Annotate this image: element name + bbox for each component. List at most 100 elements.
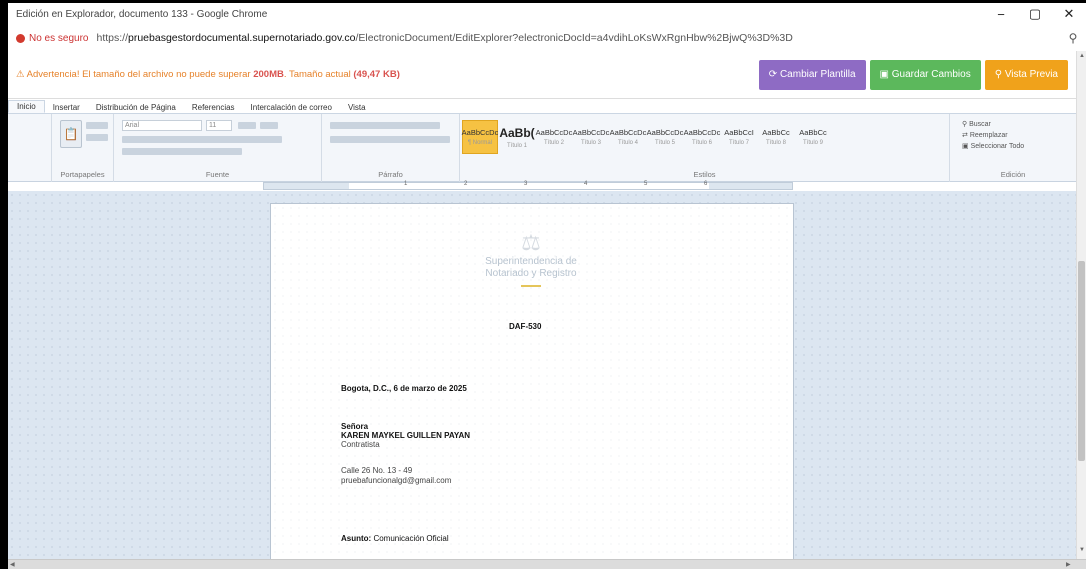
tab-insert[interactable]: Insertar — [45, 102, 88, 113]
find-button[interactable]: ⚲ Buscar — [962, 120, 1024, 131]
style-heading-8[interactable]: AaBbCc Título 8 — [758, 120, 794, 154]
style-label: Título 9 — [802, 140, 823, 146]
subject-label: Asunto: — [341, 534, 372, 543]
style-heading-1[interactable]: AaBb(Título 1 — [499, 120, 535, 154]
document-date[interactable]: Bogota, D.C., 6 de marzo de 2025 — [341, 384, 467, 393]
font-format-buttons[interactable] — [122, 136, 282, 143]
font-label: Fuente — [205, 170, 230, 179]
minimize-button[interactable]: − — [984, 7, 1018, 22]
salutation[interactable]: Señora — [341, 422, 368, 431]
search-icon[interactable]: ⚲ — [1060, 31, 1086, 45]
browser-window: Edición en Explorador, documento 133 - G… — [8, 3, 1086, 569]
save-changes-button[interactable]: ▣ Guardar Cambios — [869, 59, 981, 90]
styles-gallery: AaBbCcDc ¶ Normal AaBb(Título 1 AaBbCcDc T… — [462, 120, 832, 154]
ribbon-group-paragraph: Párrafo — [322, 114, 460, 182]
subject-line[interactable]: Asunto: Comunicación Oficial — [341, 534, 449, 543]
url-text[interactable]: https://pruebasgestordocumental.supernot… — [96, 32, 1060, 44]
document-page[interactable]: ⚖ Superintendencia de Notariado y Regist… — [270, 203, 794, 559]
scroll-up-icon[interactable]: ▲ — [1079, 53, 1085, 59]
tab-mail-merge[interactable]: Intercalación de correo — [243, 102, 340, 113]
ruler-number: 5 — [644, 181, 648, 187]
vertical-scroll-thumb[interactable] — [1078, 261, 1085, 461]
refresh-icon: ⟳ — [768, 69, 780, 80]
style-preview: AaBbCcDc — [572, 128, 610, 137]
style-preview: AaBbCcI — [724, 128, 754, 137]
document-code[interactable]: DAF-530 — [509, 322, 541, 331]
font-size-select[interactable]: 11 — [206, 120, 232, 131]
logo-line-2: Notariado y Registro — [485, 268, 577, 279]
crest-icon: ⚖ — [521, 230, 541, 255]
recipient-role[interactable]: Contratista — [341, 440, 380, 449]
style-heading-9[interactable]: AaBbCc Título 9 — [795, 120, 831, 154]
style-normal[interactable]: AaBbCcDc ¶ Normal — [462, 120, 498, 154]
warning-bar: ⚠ Advertencia! El tamaño del archivo no … — [8, 51, 1086, 99]
title-bar: Edición en Explorador, documento 133 - G… — [8, 3, 1086, 25]
close-button[interactable]: ✕ — [1052, 6, 1086, 22]
style-label: Título 4 — [617, 140, 638, 146]
ruler-number: 6 — [704, 181, 708, 187]
style-label: ¶ Normal — [467, 140, 493, 146]
font-color-buttons[interactable] — [122, 148, 242, 155]
editing-label: Edición — [1000, 170, 1026, 179]
recipient-name[interactable]: KAREN MAYKEL GUILLEN PAYAN — [341, 431, 470, 440]
replace-label: Reemplazar — [969, 132, 1008, 139]
cut-button[interactable] — [86, 122, 108, 129]
style-preview: AaBbCcDc — [683, 128, 721, 137]
style-preview: AaBbCc — [762, 128, 790, 137]
copy-button[interactable] — [86, 134, 108, 141]
style-preview: AaBb( — [499, 125, 535, 140]
grow-font-button[interactable] — [238, 122, 256, 129]
scroll-left-icon[interactable]: ◀ — [10, 561, 15, 568]
style-heading-3[interactable]: AaBbCcDc Título 3 — [572, 120, 610, 154]
security-label[interactable]: No es seguro — [29, 33, 88, 44]
scroll-right-icon[interactable]: ▶ — [1066, 561, 1071, 568]
ruler-number: 2 — [464, 181, 468, 187]
logo-line-1: Superintendencia de — [485, 256, 577, 267]
not-secure-icon[interactable] — [16, 33, 25, 43]
recipient-address[interactable]: Calle 26 No. 13 - 49 — [341, 466, 412, 475]
tab-page-layout[interactable]: Distribución de Página — [88, 102, 184, 113]
change-template-button[interactable]: ⟳ Cambiar Plantilla — [758, 59, 866, 90]
horizontal-scrollbar[interactable]: ◀ ▶ — [8, 559, 1086, 569]
url-host: pruebasgestordocumental.supernotariado.g… — [128, 32, 356, 44]
clipboard-label: Portapapeles — [60, 170, 105, 179]
ribbon-group-clipboard: 📋 Portapapeles — [52, 114, 114, 182]
save-icon: ▣ — [879, 69, 892, 80]
align-buttons[interactable] — [330, 136, 450, 143]
ruler-number: 1 — [404, 181, 408, 187]
shrink-font-button[interactable] — [260, 122, 278, 129]
replace-icon: ⇄ — [962, 132, 970, 139]
replace-button[interactable]: ⇄ Reemplazar — [962, 131, 1024, 142]
select-all-button[interactable]: ▣ Seleccionar Todo — [962, 142, 1024, 153]
ribbon-tabs: Inicio Insertar Distribución de Página R… — [8, 100, 1086, 114]
document-canvas[interactable]: ⚖ Superintendencia de Notariado y Regist… — [8, 191, 1076, 559]
warning-prefix: Advertencia! — [26, 69, 80, 80]
style-heading-4[interactable]: AaBbCcDc Título 4 — [610, 120, 647, 154]
scroll-down-icon[interactable]: ▼ — [1079, 547, 1085, 553]
tab-references[interactable]: Referencias — [184, 102, 243, 113]
style-label: Título 8 — [765, 140, 786, 146]
preview-button[interactable]: ⚲ Vista Previa — [984, 59, 1068, 90]
warning-icon: ⚠ — [16, 69, 25, 80]
style-heading-2[interactable]: AaBbCcDc Título 2 — [536, 120, 573, 154]
address-bar[interactable]: No es seguro https://pruebasgestordocume… — [8, 25, 1086, 51]
subject-text: Comunicación Oficial — [373, 534, 449, 543]
ruler[interactable]: 1 2 3 4 5 6 — [263, 181, 793, 190]
maximize-button[interactable]: ▢ — [1018, 6, 1052, 22]
style-heading-7[interactable]: AaBbCcI Título 7 — [721, 120, 757, 154]
warning-current-text: . Tamaño actual — [283, 69, 354, 80]
style-preview: AaBbCcDc — [461, 128, 499, 137]
recipient-email[interactable]: pruebafuncionalgd@gmail.com — [341, 476, 451, 485]
style-label: Título 6 — [691, 140, 712, 146]
paste-icon[interactable]: 📋 — [60, 120, 82, 148]
font-name-select[interactable]: Arial — [122, 120, 202, 131]
vertical-scrollbar[interactable]: ▲ ▼ — [1076, 51, 1086, 559]
search-icon: ⚲ — [994, 69, 1005, 80]
style-heading-6[interactable]: AaBbCcDc Título 6 — [683, 120, 721, 154]
list-buttons[interactable] — [330, 122, 440, 129]
ribbon-group-font: Arial 11 Fuente — [114, 114, 322, 182]
style-heading-5[interactable]: AaBbCcDc Título 5 — [647, 120, 684, 154]
editing-commands: ⚲ Buscar ⇄ Reemplazar ▣ Seleccionar Todo — [962, 120, 1024, 153]
tab-view[interactable]: Vista — [340, 102, 374, 113]
tab-home[interactable]: Inicio — [8, 100, 45, 113]
